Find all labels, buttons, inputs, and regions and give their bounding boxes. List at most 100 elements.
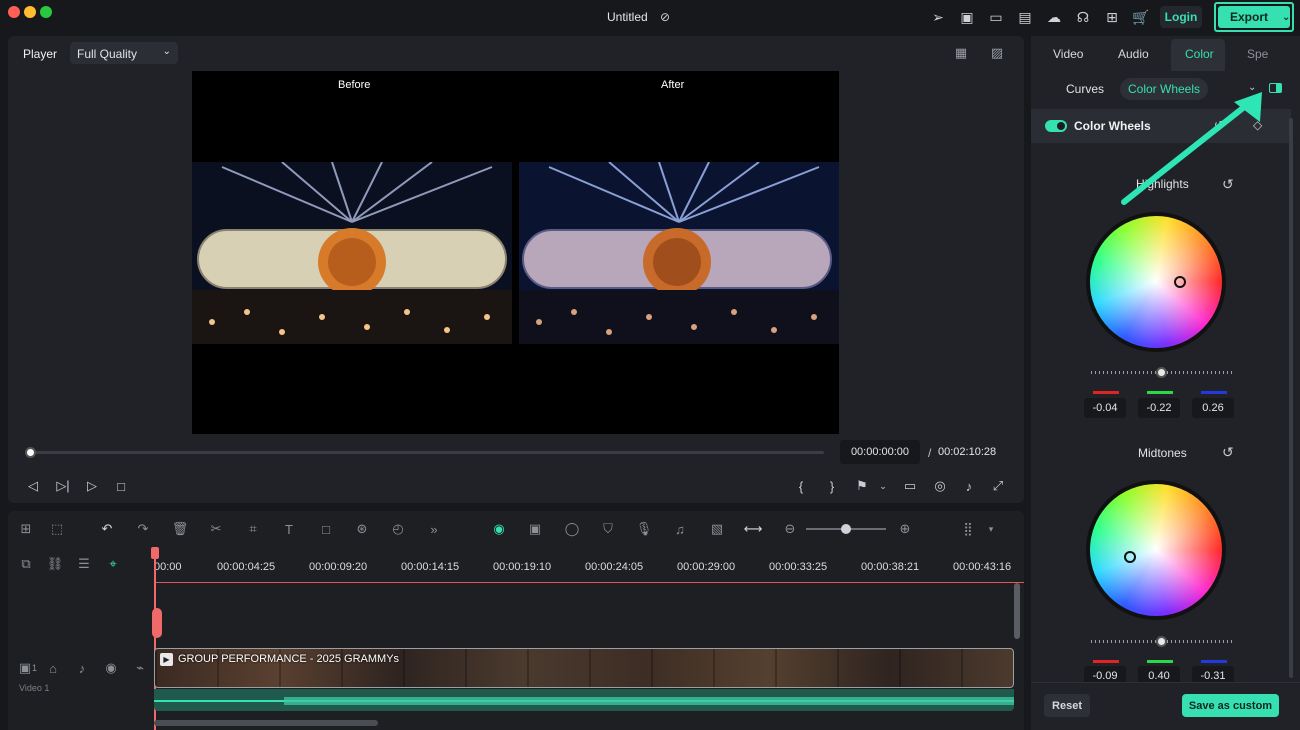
panel-scrollbar[interactable] — [1289, 118, 1293, 678]
highlights-wheel-knob[interactable] — [1174, 276, 1186, 288]
add-track-icon[interactable]: ⧉ — [17, 555, 35, 573]
zoom-slider-knob[interactable] — [841, 524, 851, 534]
previous-frame-icon[interactable]: ◁ — [24, 477, 42, 495]
zoom-in-icon[interactable]: ⊕ — [896, 520, 914, 538]
timeline-playhead-handle[interactable] — [151, 547, 159, 559]
volume-icon[interactable]: ♪ — [960, 477, 978, 495]
save-icon[interactable]: ▤ — [1016, 8, 1034, 26]
track-layout-icon[interactable]: ⣿ — [959, 520, 977, 538]
timeline-vertical-scrollbar[interactable] — [1014, 583, 1020, 639]
eye-icon[interactable]: ◉ — [102, 659, 120, 677]
audio-mix-icon[interactable]: ♫ — [671, 520, 689, 538]
reset-button[interactable]: Reset — [1044, 694, 1090, 717]
lock-icon[interactable]: ⌁ — [131, 659, 149, 677]
camera-record-icon[interactable]: ▣ — [526, 520, 544, 538]
media-icon[interactable]: ▧ — [708, 520, 726, 538]
play-icon[interactable]: ▷ — [83, 477, 101, 495]
midtones-color-wheel[interactable] — [1086, 480, 1226, 620]
track-manager-icon[interactable]: ☰ — [75, 555, 93, 573]
text-icon[interactable]: T — [280, 520, 298, 538]
export-button[interactable]: Export ⌄ — [1218, 6, 1290, 28]
zoom-out-icon[interactable]: ⊖ — [781, 520, 799, 538]
track-number: 1 — [32, 663, 38, 673]
display-icon[interactable]: ▭ — [901, 477, 919, 495]
chevron-down-icon[interactable]: ▾ — [982, 520, 1000, 538]
shape-icon[interactable]: □ — [317, 520, 335, 538]
chevron-down-icon[interactable]: ⌄ — [874, 477, 892, 495]
render-icon[interactable]: ◯ — [563, 520, 581, 538]
more-tools-icon[interactable]: » — [425, 520, 443, 538]
chevron-down-icon[interactable]: ⌄ — [1282, 12, 1290, 23]
crop-icon[interactable]: ⌗ — [244, 520, 262, 538]
tab-speed[interactable]: Spe — [1247, 47, 1268, 61]
effects-icon[interactable]: ⊛ — [353, 520, 371, 538]
subtab-curves[interactable]: Curves — [1066, 82, 1104, 96]
link-icon[interactable]: ⛓ — [46, 555, 64, 573]
step-forward-icon[interactable]: ▷| — [54, 477, 72, 495]
timeline-ruler[interactable]: 00:00 00:00:04:25 00:00:09:20 00:00:14:15 00… — [154, 547, 1024, 583]
fullscreen-icon[interactable]: ⤢ — [989, 477, 1007, 495]
current-time[interactable]: 00:00:00:00 — [840, 440, 920, 464]
headset-support-icon[interactable]: ☊ — [1074, 8, 1092, 26]
cloud-upload-icon[interactable]: ☁ — [1045, 8, 1063, 26]
highlights-luma-knob[interactable] — [1156, 367, 1167, 378]
midtones-luma-knob[interactable] — [1156, 636, 1167, 647]
undo-icon[interactable]: ↶ — [98, 520, 116, 538]
midtones-wheel-knob[interactable] — [1124, 551, 1136, 563]
tab-audio[interactable]: Audio — [1118, 47, 1149, 61]
audio-waveform[interactable] — [154, 689, 1014, 711]
shield-icon[interactable]: ⛉ — [599, 520, 617, 538]
mute-icon[interactable]: ♪ — [73, 659, 91, 677]
tab-video[interactable]: Video — [1053, 47, 1083, 61]
highlights-blue-value[interactable]: 0.26 — [1192, 398, 1234, 418]
snap-icon[interactable]: ⌖ — [104, 555, 122, 573]
highlights-color-wheel[interactable] — [1086, 212, 1226, 352]
zoom-window-button[interactable] — [40, 6, 52, 18]
folder-icon[interactable]: ⌂ — [44, 659, 62, 677]
timeline-tick-label: 00:00:04:25 — [217, 561, 276, 573]
color-wheels-toggle[interactable] — [1045, 120, 1067, 132]
playhead-grip[interactable] — [152, 608, 162, 638]
cloud-sync-status-icon[interactable]: ⊘ — [656, 8, 674, 26]
midtones-reset-icon[interactable]: ↺ — [1222, 444, 1234, 461]
timeline-tick-label: 00:00:29:00 — [677, 561, 736, 573]
minimize-window-button[interactable] — [24, 6, 36, 18]
marker-icon[interactable]: ⚑ — [853, 477, 871, 495]
save-as-custom-button[interactable]: Save as custom — [1182, 694, 1279, 717]
video-clip[interactable]: ▶ GROUP PERFORMANCE - 2025 GRAMMYs — [154, 648, 1014, 688]
highlights-red-value[interactable]: -0.04 — [1084, 398, 1126, 418]
export-button-highlight[interactable]: Export ⌄ — [1214, 2, 1294, 32]
apps-grid-icon[interactable]: ⊞ — [1103, 8, 1121, 26]
cart-icon[interactable]: 🛒 — [1132, 8, 1150, 26]
scope-waveform-icon[interactable]: ▨ — [988, 44, 1006, 62]
redo-icon[interactable]: ↷ — [134, 520, 152, 538]
mark-out-icon[interactable]: } — [823, 477, 841, 495]
playback-scrubber[interactable] — [25, 447, 36, 458]
timeline-horizontal-scrollbar[interactable] — [154, 720, 378, 726]
monitor-icon[interactable]: ▭ — [987, 8, 1005, 26]
timeline-tick-label: 00:00:24:05 — [585, 561, 644, 573]
layout-grid-icon[interactable]: ⊞ — [17, 520, 35, 538]
split-scissors-icon[interactable]: ✂ — [207, 520, 225, 538]
tab-color[interactable]: Color — [1185, 47, 1214, 61]
timeline-tick-label: 00:00 — [154, 561, 182, 573]
login-button[interactable]: Login — [1160, 6, 1202, 28]
close-window-button[interactable] — [8, 6, 20, 18]
grid-layout-icon[interactable]: ▦ — [952, 44, 970, 62]
ai-assistant-icon[interactable]: ◉ — [490, 520, 508, 538]
annotation-arrow — [1121, 92, 1262, 205]
quality-select[interactable]: Full Quality ⌄ — [70, 42, 178, 64]
microphone-icon[interactable]: 🎙 — [635, 520, 653, 538]
send-icon[interactable]: ➢ — [929, 8, 947, 26]
select-tool-icon[interactable]: ⬚ — [48, 520, 66, 538]
highlights-green-value[interactable]: -0.22 — [1138, 398, 1180, 418]
fit-timeline-icon[interactable]: ⟷ — [744, 520, 763, 538]
speed-icon[interactable]: ◴ — [389, 520, 407, 538]
mark-in-icon[interactable]: { — [792, 477, 810, 495]
blue-channel-bar — [1201, 660, 1227, 663]
snapshot-camera-icon[interactable]: ◎ — [931, 477, 949, 495]
delete-icon[interactable]: 🗑 — [171, 520, 189, 538]
stop-icon[interactable]: □ — [112, 477, 130, 495]
media-settings-icon[interactable]: ▣ — [958, 8, 976, 26]
playback-progress-bar[interactable] — [30, 451, 824, 454]
